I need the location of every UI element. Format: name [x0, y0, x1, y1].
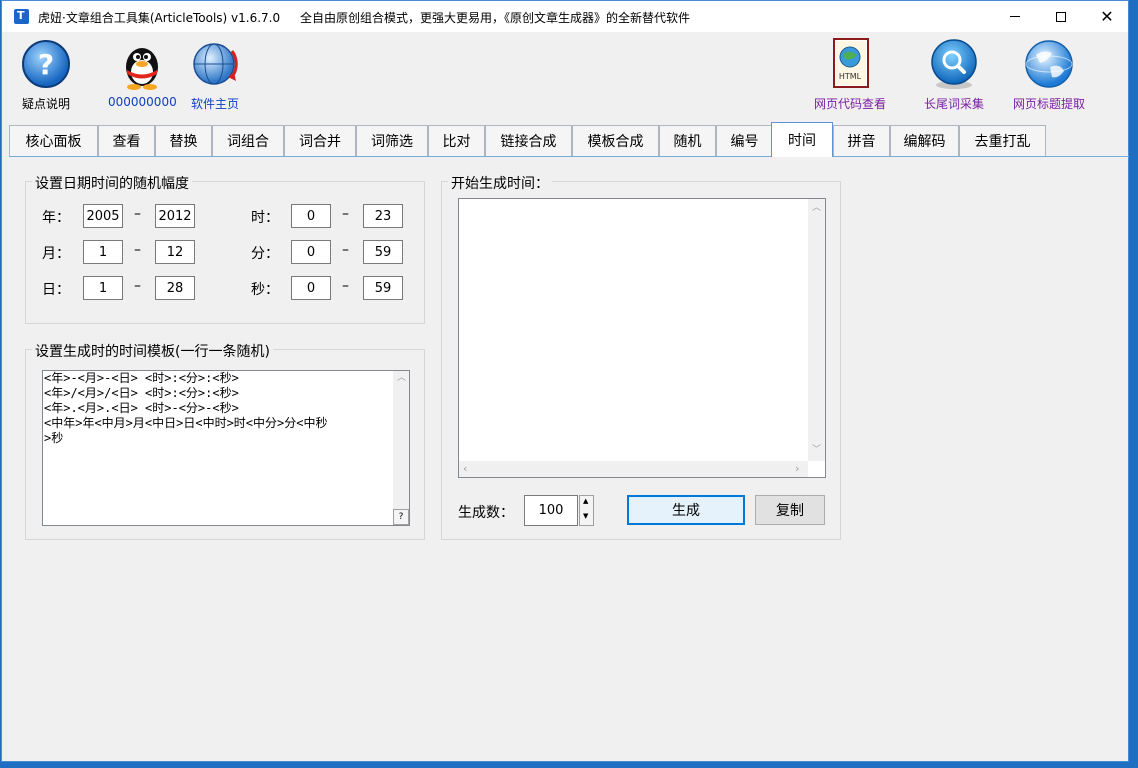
tab-link-compose[interactable]: 链接合成 [485, 125, 572, 156]
title-extract-label: 网页标题提取 [1013, 97, 1086, 111]
minute-to-input[interactable] [363, 240, 403, 264]
window-slogan: 全自由原创组合模式，更强大更易用，《原创文章生成器》的全新替代软件 [300, 11, 691, 25]
help-label: 疑点说明 [21, 97, 70, 111]
second-range-dash: – [342, 278, 349, 294]
tab-word-filter[interactable]: 词筛选 [356, 125, 428, 156]
copy-button[interactable]: 复制 [755, 495, 825, 525]
month-range-dash: – [134, 242, 141, 258]
hour-range-dash: – [342, 206, 349, 222]
output-group: 开始生成时间： ︿ ﹀ ‹ › 生成数： ▲ ▼ 生成 复制 [441, 173, 841, 540]
datetime-range-title: 设置日期时间的随机幅度 [32, 173, 192, 193]
month-label: 月： [42, 246, 70, 262]
count-spinner[interactable]: ▲ ▼ [579, 495, 594, 526]
tab-random[interactable]: 随机 [659, 125, 716, 156]
search-icon [927, 37, 981, 91]
tab-pinyin[interactable]: 拼音 [833, 125, 890, 156]
maximize-icon [1056, 11, 1066, 22]
globe-icon [188, 37, 242, 91]
tab-numbering[interactable]: 编号 [716, 125, 773, 156]
output-title: 开始生成时间： [448, 173, 552, 193]
count-label: 生成数： [458, 505, 514, 521]
tab-core-panel[interactable]: 核心面板 [9, 125, 98, 156]
help-icon: ? [19, 37, 73, 91]
output-scroll-right-icon[interactable]: › [795, 463, 799, 474]
output-scroll-left-icon[interactable]: ‹ [463, 463, 467, 474]
longtail-label: 长尾词采集 [924, 97, 985, 111]
time-template-textarea[interactable] [42, 370, 410, 526]
day-to-input[interactable] [155, 276, 195, 300]
year-range-dash: – [134, 206, 141, 222]
tab-template-compose[interactable]: 模板合成 [572, 125, 659, 156]
html-viewer-label: 网页代码查看 [814, 97, 887, 111]
output-scroll-up-icon[interactable]: ︿ [812, 204, 821, 213]
app-window: 虎妞·文章组合工具集(ArticleTools) v1.6.7.0 全自由原创组… [1, 0, 1129, 762]
output-vscrollbar[interactable]: ︿ ﹀ [808, 199, 825, 461]
tab-encode-decode[interactable]: 编解码 [890, 125, 959, 156]
count-input[interactable] [524, 495, 578, 526]
title-bar: 虎妞·文章组合工具集(ArticleTools) v1.6.7.0 全自由原创组… [2, 1, 1128, 32]
minute-range-dash: – [342, 242, 349, 258]
qq-tool[interactable]: 000000000 [108, 37, 177, 109]
minute-from-input[interactable] [291, 240, 331, 264]
datetime-range-group: 设置日期时间的随机幅度 年： – 月： – 日： – 时： – 分： – 秒： … [25, 173, 425, 324]
close-button[interactable]: ✕ [1084, 1, 1130, 32]
web-globe-icon [1022, 37, 1076, 91]
maximize-button[interactable] [1038, 1, 1084, 32]
html-file-icon: HTML [823, 37, 877, 91]
second-to-input[interactable] [363, 276, 403, 300]
day-range-dash: – [134, 278, 141, 294]
minimize-button[interactable] [992, 1, 1038, 32]
minimize-icon [1010, 16, 1020, 17]
svg-text:?: ? [38, 48, 54, 81]
tab-word-merge[interactable]: 词合并 [284, 125, 356, 156]
tab-word-combine[interactable]: 词组合 [212, 125, 284, 156]
close-icon: ✕ [1100, 6, 1114, 26]
app-icon [14, 9, 29, 24]
longtail-tool[interactable]: 长尾词采集 [924, 37, 984, 112]
generate-button[interactable]: 生成 [627, 495, 745, 525]
qq-penguin-icon [115, 37, 169, 91]
tab-view[interactable]: 查看 [98, 125, 155, 156]
second-label: 秒： [251, 282, 279, 298]
homepage-tool[interactable]: 软件主页 [188, 37, 242, 112]
output-textarea[interactable] [458, 198, 826, 478]
output-scroll-down-icon[interactable]: ﹀ [812, 446, 821, 455]
homepage-label: 软件主页 [190, 97, 239, 111]
html-viewer-tool[interactable]: HTML 网页代码查看 [814, 37, 886, 112]
tab-dedup-shuffle[interactable]: 去重打乱 [959, 125, 1046, 156]
window-title: 虎妞·文章组合工具集(ArticleTools) v1.6.7.0 [38, 11, 281, 25]
template-scrollbar[interactable]: ︿ ? [393, 371, 409, 525]
second-from-input[interactable] [291, 276, 331, 300]
svg-text:HTML: HTML [839, 72, 862, 81]
tab-time[interactable]: 时间 [771, 122, 833, 157]
time-template-title: 设置生成时的时间模板(一行一条随机) [32, 341, 273, 361]
output-hscrollbar[interactable]: ‹ › [459, 461, 808, 477]
spin-up-icon[interactable]: ▲ [583, 497, 588, 505]
tab-divider [9, 156, 1129, 157]
title-extract-tool[interactable]: 网页标题提取 [1013, 37, 1085, 112]
year-from-input[interactable] [83, 204, 123, 228]
qq-number-label: 000000000 [108, 95, 177, 109]
hour-label: 时： [251, 210, 279, 226]
year-to-input[interactable] [155, 204, 195, 228]
time-template-group: 设置生成时的时间模板(一行一条随机) ︿ ? [25, 341, 425, 540]
month-to-input[interactable] [155, 240, 195, 264]
help-tool[interactable]: ? 疑点说明 [19, 37, 73, 112]
year-label: 年： [42, 210, 70, 226]
day-label: 日： [42, 282, 70, 298]
tab-compare[interactable]: 比对 [428, 125, 485, 156]
scroll-up-icon[interactable]: ︿ [397, 374, 406, 383]
tab-strip: 核心面板 查看 替换 词组合 词合并 词筛选 比对 链接合成 模板合成 随机 编… [9, 122, 1129, 157]
month-from-input[interactable] [83, 240, 123, 264]
help-corner-icon[interactable]: ? [393, 509, 409, 525]
spin-down-icon[interactable]: ▼ [583, 512, 588, 520]
tab-replace[interactable]: 替换 [155, 125, 212, 156]
hour-from-input[interactable] [291, 204, 331, 228]
minute-label: 分： [251, 246, 279, 262]
hour-to-input[interactable] [363, 204, 403, 228]
day-from-input[interactable] [83, 276, 123, 300]
